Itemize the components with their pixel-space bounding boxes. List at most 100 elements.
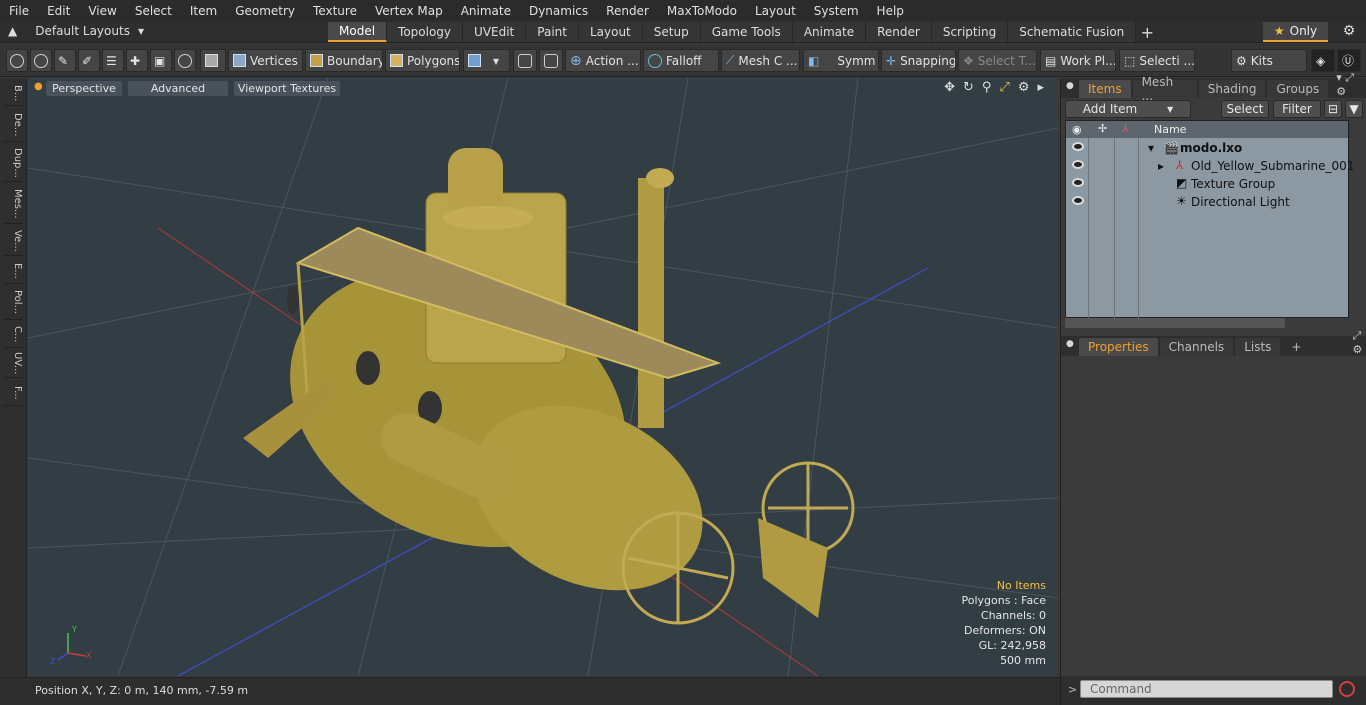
menu-select[interactable]: Select	[126, 4, 181, 18]
advanced-button[interactable]: Advanced	[128, 81, 228, 96]
filter-button[interactable]: Filter	[1273, 100, 1321, 118]
select-circle-button[interactable]	[6, 49, 28, 72]
add-panel-tab[interactable]: +	[1282, 338, 1310, 356]
record-icon[interactable]	[1339, 681, 1355, 697]
expand-arrow-icon[interactable]: ▸	[1158, 159, 1164, 173]
tab-paint[interactable]: Paint	[526, 22, 579, 42]
layout-selector[interactable]: ▲ Default Layouts ▾	[8, 24, 144, 38]
visibility-eye-icon[interactable]	[1072, 142, 1084, 151]
vtab-basic[interactable]: B...	[3, 82, 23, 106]
visibility-eye-icon[interactable]	[1072, 196, 1084, 205]
vtab-curve[interactable]: C...	[3, 322, 23, 348]
tab-render[interactable]: Render	[866, 22, 932, 42]
element-button[interactable]: ▣	[150, 49, 172, 72]
unreal-button[interactable]: Ⓤ	[1337, 49, 1361, 72]
3d-viewport[interactable]: Y X Z ● Perspective Advanced Viewport Te…	[28, 78, 1058, 676]
tab-uvedit[interactable]: UVEdit	[463, 22, 527, 42]
snap-a-button[interactable]	[513, 49, 537, 72]
vtab-fusion[interactable]: F...	[3, 380, 23, 406]
tab-animate[interactable]: Animate	[792, 22, 867, 42]
menu-maxtomodo[interactable]: MaxToModo	[658, 4, 746, 18]
tree-row-scene[interactable]: ▾ 🎬 modo.lxo	[1066, 139, 1348, 157]
tree-scrollbar[interactable]	[1065, 318, 1285, 328]
tab-game-tools[interactable]: Game Tools	[700, 22, 793, 42]
command-input[interactable]: Command	[1080, 680, 1333, 698]
visibility-eye-icon[interactable]	[1072, 178, 1084, 187]
snap-b-button[interactable]	[539, 49, 563, 72]
menu-vertex-map[interactable]: Vertex Map	[366, 4, 452, 18]
tree-row-mesh[interactable]: ▸ ⅄ Old_Yellow_Submarine_001	[1066, 157, 1354, 175]
tab-setup[interactable]: Setup	[642, 22, 701, 42]
vtab-edge[interactable]: E...	[3, 258, 23, 284]
zoom-icon[interactable]: ⚲	[982, 80, 992, 95]
boundary-button[interactable]: Boundary	[305, 49, 383, 72]
unity-button[interactable]: ◈	[1311, 49, 1335, 72]
menu-layout[interactable]: Layout	[746, 4, 805, 18]
rotate-button[interactable]	[174, 49, 196, 72]
visibility-eye-icon[interactable]	[1072, 160, 1084, 169]
perspective-button[interactable]: Perspective	[46, 81, 122, 96]
funnel-icon[interactable]: ▼	[1345, 100, 1363, 118]
menu-file[interactable]: File	[0, 4, 38, 18]
tree-row-texture-group[interactable]: ◩ Texture Group	[1066, 175, 1348, 193]
viewport-textures-button[interactable]: Viewport Textures	[234, 81, 340, 96]
menu-item[interactable]: Item	[181, 4, 226, 18]
vertices-button[interactable]: Vertices	[228, 49, 303, 72]
play-icon[interactable]: ▸	[1037, 80, 1044, 95]
viewport-gear-icon[interactable]: ⚙	[1018, 80, 1030, 95]
tab-schematic-fusion[interactable]: Schematic Fusion	[1008, 22, 1137, 42]
tab-model[interactable]: Model	[328, 22, 388, 42]
menu-geometry[interactable]: Geometry	[226, 4, 304, 18]
center-button[interactable]: ✚	[126, 49, 148, 72]
menu-edit[interactable]: Edit	[38, 4, 79, 18]
move-icon[interactable]: ✥	[944, 80, 955, 95]
tab-topology[interactable]: Topology	[387, 22, 464, 42]
selection-sets-button[interactable]: ⬚ Selecti ...	[1119, 49, 1195, 72]
vtab-duplicate[interactable]: Dup...	[3, 144, 23, 182]
only-toggle[interactable]: ★ Only	[1263, 22, 1328, 42]
tab-groups[interactable]: Groups	[1267, 80, 1329, 98]
add-item-button[interactable]: Add Item ▾	[1065, 100, 1191, 118]
expand-arrow-icon[interactable]: ▾	[1148, 141, 1154, 155]
select-button[interactable]: Select	[1221, 100, 1269, 118]
brush-button[interactable]: ✐	[78, 49, 100, 72]
falloff-button[interactable]: Falloff	[643, 49, 719, 72]
menu-texture[interactable]: Texture	[304, 4, 366, 18]
tab-mesh[interactable]: Mesh ...	[1132, 75, 1197, 103]
tab-channels[interactable]: Channels	[1159, 338, 1234, 356]
menu-help[interactable]: Help	[868, 4, 913, 18]
tab-properties[interactable]: Properties	[1079, 338, 1158, 356]
vtab-uv[interactable]: UV...	[3, 350, 23, 378]
pen-button[interactable]: ✎	[54, 49, 76, 72]
menu-system[interactable]: System	[805, 4, 868, 18]
kits-button[interactable]: ⚙ Kits	[1231, 49, 1307, 72]
collapse-icon[interactable]: ⊟	[1324, 100, 1342, 118]
rotate-view-icon[interactable]: ↻	[963, 80, 974, 95]
polygons-button[interactable]: Polygons	[385, 49, 460, 72]
material-dropdown[interactable]: ▾	[463, 49, 510, 72]
vtab-deform[interactable]: De...	[3, 108, 23, 142]
menu-animate[interactable]: Animate	[452, 4, 520, 18]
align-button[interactable]: ☰	[102, 49, 124, 72]
vtab-vertex[interactable]: Ve...	[3, 226, 23, 256]
menu-dynamics[interactable]: Dynamics	[520, 4, 597, 18]
tree-row-light[interactable]: ☀ Directional Light	[1066, 193, 1348, 211]
panel-menu-icon[interactable]: ⤢ ⚙	[1352, 329, 1366, 356]
select-through-button[interactable]: ❖ Select T...	[958, 49, 1037, 72]
add-tab-icon[interactable]: +	[1136, 22, 1158, 42]
menu-render[interactable]: Render	[597, 4, 658, 18]
snapping-button[interactable]: ✛ Snapping	[881, 49, 956, 72]
tab-shading[interactable]: Shading	[1198, 80, 1266, 98]
symmetry-button[interactable]: ◧ Symm ...	[803, 49, 879, 72]
vtab-mesh-edit[interactable]: Mes...	[3, 184, 23, 224]
item-mode-button[interactable]	[200, 49, 226, 72]
maximize-icon[interactable]: ⤢	[999, 80, 1009, 95]
tab-lists[interactable]: Lists	[1235, 338, 1281, 356]
menu-view[interactable]: View	[79, 4, 125, 18]
gear-icon[interactable]: ⚙	[1338, 23, 1360, 41]
work-plane-button[interactable]: ▤ Work Pl...	[1040, 49, 1116, 72]
tab-items[interactable]: Items	[1079, 80, 1131, 98]
mesh-constraint-button[interactable]: ⟋ Mesh C ...	[721, 49, 800, 72]
tab-scripting[interactable]: Scripting	[931, 22, 1009, 42]
panel-menu-icon[interactable]: ▾ ⤢ ⚙	[1336, 71, 1366, 98]
